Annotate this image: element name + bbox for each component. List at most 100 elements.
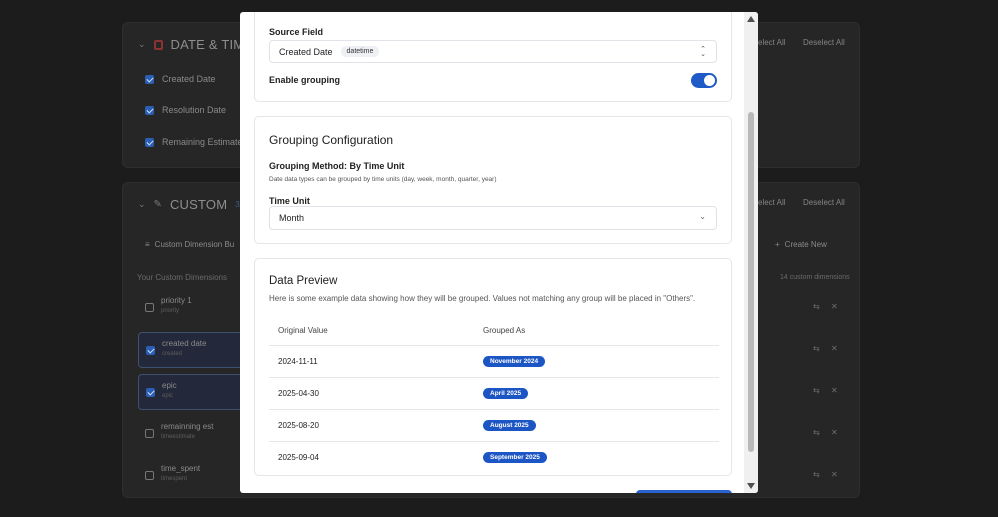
original-value: 2024-11-11 bbox=[269, 344, 474, 377]
date-field-row[interactable]: Remaining Estimate bbox=[145, 137, 243, 147]
grouping-modal: Source Field Created Date datetime ⌃ ⌄ En… bbox=[240, 12, 758, 493]
grouped-badge: August 2025 bbox=[483, 419, 536, 431]
custom-list-label: Your Custom Dimensions bbox=[137, 273, 227, 282]
grouped-cell: August 2025 bbox=[474, 408, 719, 441]
preview-description: Here is some example data showing how th… bbox=[269, 294, 696, 303]
date-field-row[interactable]: Resolution Date bbox=[145, 105, 226, 115]
checkbox[interactable] bbox=[145, 471, 154, 480]
original-value: 2025-08-20 bbox=[269, 408, 474, 441]
checkbox[interactable] bbox=[145, 429, 154, 438]
scroll-down-arrow-icon[interactable] bbox=[747, 483, 755, 489]
close-icon[interactable]: ✕ bbox=[831, 470, 838, 479]
col-grouped-header: Grouped As bbox=[483, 326, 526, 336]
custom-dimension-item[interactable]: remainning est timeestimate bbox=[138, 416, 248, 452]
custom-dimension-item[interactable]: priority 1 priority bbox=[138, 290, 248, 326]
scroll-thumb[interactable] bbox=[748, 112, 754, 452]
settings-icon[interactable]: ⇆ bbox=[813, 302, 820, 311]
time-unit-value: Month bbox=[279, 213, 305, 223]
updown-icon: ⌃ ⌄ bbox=[700, 45, 706, 58]
select-all-button[interactable]: elect All bbox=[758, 198, 786, 207]
grouped-badge: November 2024 bbox=[483, 355, 546, 367]
settings-icon[interactable]: ⇆ bbox=[813, 386, 820, 395]
dimension-source: timeestimate bbox=[161, 434, 196, 440]
source-field-value: Created Date bbox=[279, 46, 333, 57]
checkbox[interactable] bbox=[145, 105, 154, 115]
col-original-header: Original Value bbox=[278, 326, 328, 336]
dimension-source: priority bbox=[161, 308, 180, 314]
custom-count-label: 14 custom dimensions bbox=[780, 274, 850, 281]
chevron-down-icon: ⌄ bbox=[699, 212, 706, 221]
settings-icon[interactable]: ⇆ bbox=[813, 470, 820, 479]
enable-grouping-label: Enable grouping bbox=[269, 75, 340, 85]
grouped-badge: September 2025 bbox=[483, 451, 547, 463]
date-field-label: Created Date bbox=[162, 74, 216, 84]
table-header-row: Original Value Grouped As bbox=[269, 317, 719, 345]
deselect-all-button[interactable]: Deselect All bbox=[803, 38, 845, 47]
modal-scrollbar[interactable] bbox=[744, 12, 758, 493]
custom-dimension-item[interactable]: time_spent timespent bbox=[138, 458, 248, 494]
time-unit-label: Time Unit bbox=[269, 196, 310, 206]
source-field-select[interactable]: Created Date datetime ⌃ ⌄ bbox=[269, 40, 717, 63]
create-new-button[interactable]: + Create New bbox=[775, 240, 827, 249]
date-field-label: Remaining Estimate bbox=[162, 137, 243, 147]
calendar-icon bbox=[153, 39, 163, 50]
preview-table: Original Value Grouped As 2024-11-11 Nov… bbox=[269, 317, 719, 473]
dimension-name: time_spent bbox=[161, 464, 201, 473]
table-row: 2024-11-11 November 2024 bbox=[269, 344, 719, 377]
dimension-name: remainning est bbox=[161, 422, 214, 431]
grouping-config-section: Grouping Configuration Grouping Method: … bbox=[254, 116, 732, 244]
grouped-cell: September 2025 bbox=[474, 440, 719, 473]
grouping-hint: Date data types can be grouped by time u… bbox=[269, 176, 497, 183]
date-field-label: Resolution Date bbox=[162, 105, 227, 115]
save-button[interactable] bbox=[636, 490, 732, 493]
preview-title: Data Preview bbox=[269, 275, 338, 287]
source-field-section: Source Field Created Date datetime ⌃ ⌄ En… bbox=[254, 12, 732, 102]
checkbox[interactable] bbox=[145, 137, 154, 147]
original-value: 2025-04-30 bbox=[269, 376, 474, 409]
select-all-button[interactable]: elect All bbox=[758, 38, 786, 47]
chevron-down-icon: ⌄ bbox=[138, 199, 146, 209]
plus-icon: + bbox=[775, 240, 780, 249]
chevron-down-icon: ⌄ bbox=[138, 39, 146, 49]
grouped-badge: April 2025 bbox=[483, 387, 529, 399]
table-row: 2025-04-30 April 2025 bbox=[269, 376, 719, 409]
settings-icon[interactable]: ⇆ bbox=[813, 428, 820, 437]
checkbox[interactable] bbox=[146, 388, 155, 397]
enable-grouping-toggle[interactable] bbox=[691, 73, 717, 88]
grouped-cell: November 2024 bbox=[474, 344, 719, 377]
table-row: 2025-09-04 September 2025 bbox=[269, 440, 719, 473]
dimension-name: epic bbox=[162, 381, 177, 390]
deselect-all-button[interactable]: Deselect All bbox=[803, 198, 845, 207]
builder-tab-label: Custom Dimension Bu bbox=[154, 240, 235, 249]
time-unit-select[interactable]: Month ⌄ bbox=[269, 206, 717, 230]
custom-title: CUSTOM bbox=[169, 197, 228, 212]
checkbox[interactable] bbox=[145, 303, 154, 312]
close-icon[interactable]: ✕ bbox=[831, 302, 838, 311]
data-preview-section: Data Preview Here is some example data s… bbox=[254, 258, 732, 476]
checkbox[interactable] bbox=[145, 74, 154, 84]
source-field-label: Source Field bbox=[269, 27, 324, 37]
type-badge: datetime bbox=[340, 46, 380, 57]
table-row: 2025-08-20 August 2025 bbox=[269, 408, 719, 441]
dimension-source: epic bbox=[162, 393, 174, 399]
checkbox[interactable] bbox=[146, 346, 155, 355]
date-field-row[interactable]: Created Date bbox=[145, 74, 216, 84]
scroll-up-arrow-icon[interactable] bbox=[747, 16, 755, 22]
custom-dimension-item[interactable]: created date created bbox=[138, 332, 248, 368]
grouping-method: Grouping Method: By Time Unit bbox=[269, 161, 405, 171]
wand-icon: ✎ bbox=[153, 199, 162, 210]
close-icon[interactable]: ✕ bbox=[831, 428, 838, 437]
dimension-name: priority 1 bbox=[161, 296, 192, 305]
dimension-name: created date bbox=[162, 339, 207, 348]
settings-icon[interactable]: ⇆ bbox=[813, 344, 820, 353]
close-icon[interactable]: ✕ bbox=[831, 386, 838, 395]
custom-dimension-builder-tab[interactable]: ≡ Custom Dimension Bu bbox=[145, 240, 234, 249]
dimension-source: timespent bbox=[161, 476, 188, 482]
create-new-label: Create New bbox=[784, 240, 827, 249]
grouped-cell: April 2025 bbox=[474, 376, 719, 409]
config-title: Grouping Configuration bbox=[269, 133, 394, 147]
builder-icon: ≡ bbox=[145, 240, 150, 249]
original-value: 2025-09-04 bbox=[269, 440, 474, 473]
close-icon[interactable]: ✕ bbox=[831, 344, 838, 353]
custom-dimension-item[interactable]: epic epic bbox=[138, 374, 248, 410]
